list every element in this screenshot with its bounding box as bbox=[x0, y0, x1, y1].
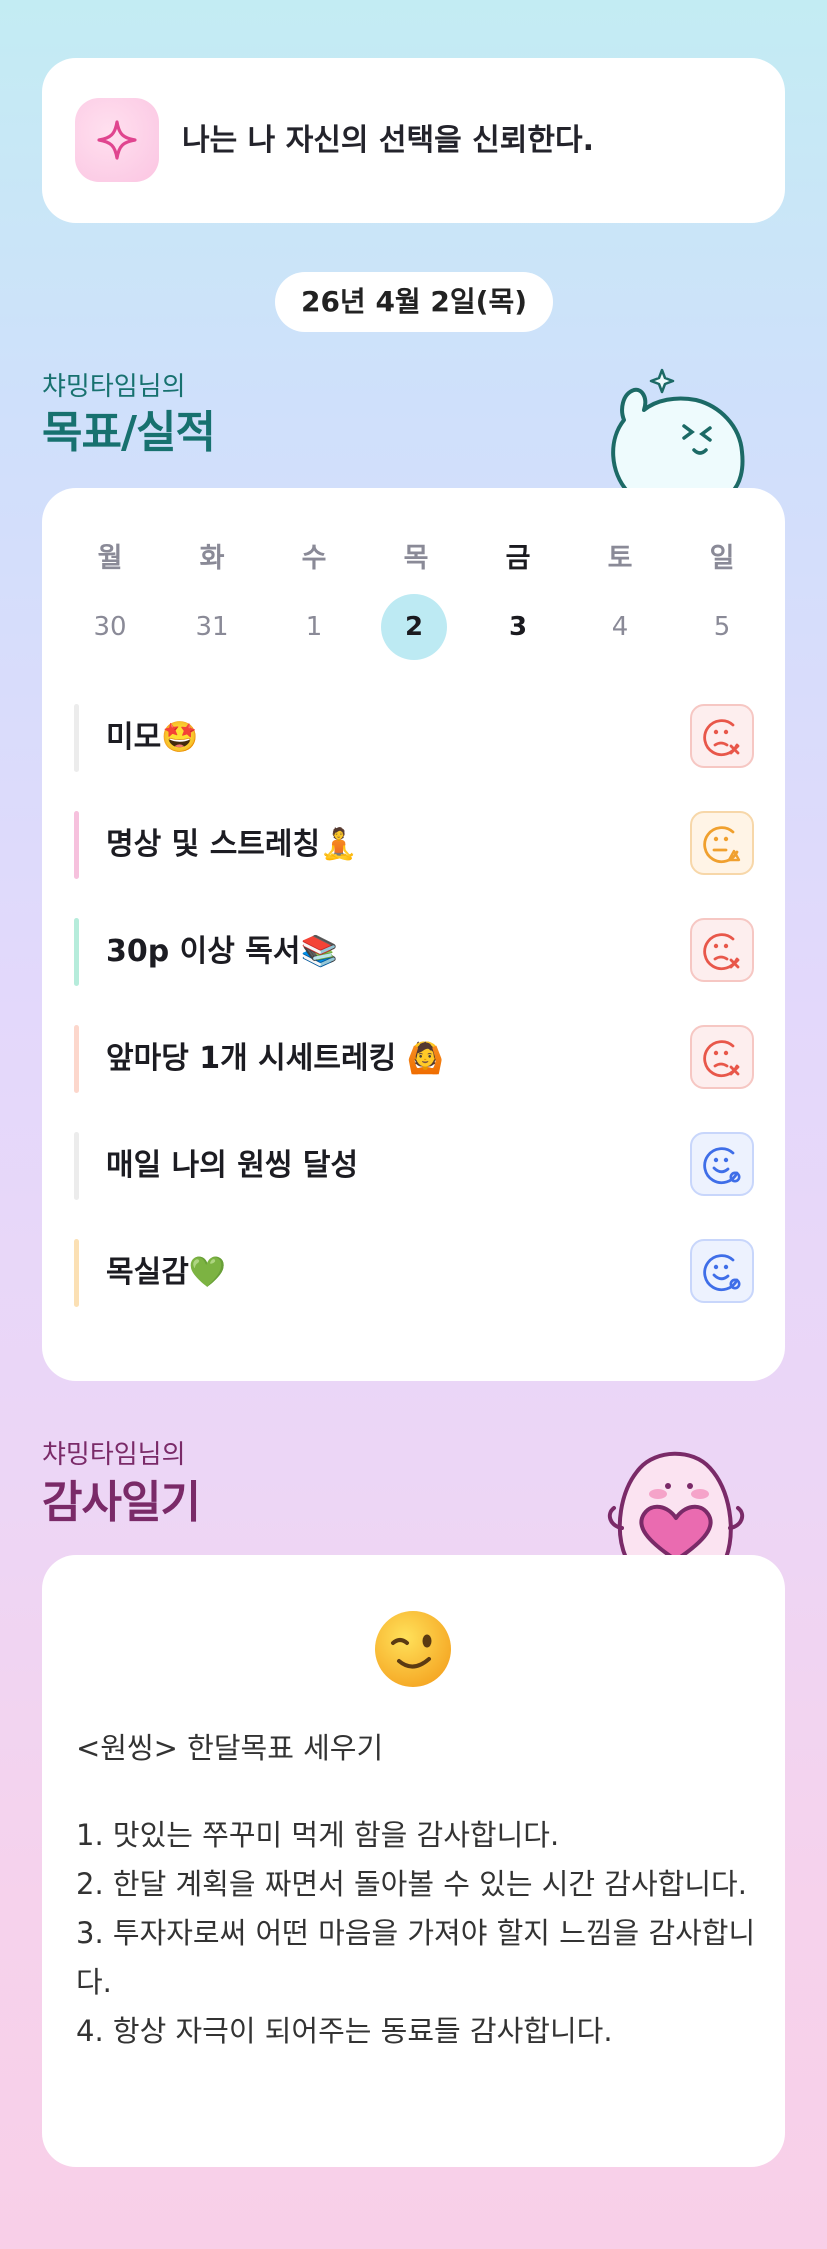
mascot-heart-illustration bbox=[596, 1430, 756, 1562]
status-partial-icon[interactable] bbox=[690, 811, 754, 875]
goal-label: 앞마당 1개 시세트레킹 🙆 bbox=[106, 1041, 444, 1076]
goal-label: 목실감💚 bbox=[106, 1255, 227, 1290]
date-cell[interactable]: 30 bbox=[77, 594, 143, 660]
status-success-icon[interactable] bbox=[690, 1132, 754, 1196]
date-cell[interactable]: 31 bbox=[179, 594, 245, 660]
status-fail-icon[interactable] bbox=[690, 704, 754, 768]
date-cell-selected[interactable]: 2 bbox=[381, 594, 447, 660]
weekday-thu: 목 bbox=[403, 543, 429, 574]
goal-color-bar bbox=[74, 1132, 79, 1200]
goal-item[interactable]: 매일 나의 원씽 달성 bbox=[74, 1132, 754, 1200]
gratitude-body: 1. 맛있는 쭈꾸미 먹게 함을 감사합니다. 2. 한달 계획을 짜면서 돌아… bbox=[76, 1811, 756, 2056]
gratitude-line: 1. 맛있는 쭈꾸미 먹게 함을 감사합니다. bbox=[76, 1818, 560, 1852]
gratitude-line: 2. 한달 계획을 짜면서 돌아볼 수 있는 시간 감사합니다. bbox=[76, 1867, 747, 1901]
weekday-wed: 수 bbox=[301, 543, 327, 574]
affirmation-card: 나는 나 자신의 선택을 신뢰한다. bbox=[42, 58, 785, 223]
goal-color-bar bbox=[74, 811, 79, 879]
weekday-sat: 토 bbox=[607, 543, 633, 574]
goal-item[interactable]: 명상 및 스트레칭🧘 bbox=[74, 811, 754, 879]
goal-label: 명상 및 스트레칭🧘 bbox=[106, 827, 358, 862]
gratitude-heading: <원씽> 한달목표 세우기 bbox=[76, 1731, 384, 1765]
gratitude-card: <원씽> 한달목표 세우기 1. 맛있는 쭈꾸미 먹게 함을 감사합니다. 2.… bbox=[42, 1555, 785, 2167]
mascot-illustration bbox=[600, 360, 760, 500]
status-success-icon[interactable] bbox=[690, 1239, 754, 1303]
date-cell-today[interactable]: 3 bbox=[485, 594, 551, 660]
goals-title: 목표/실적 bbox=[42, 407, 216, 458]
goal-color-bar bbox=[74, 704, 79, 772]
goal-item[interactable]: 앞마당 1개 시세트레킹 🙆 bbox=[74, 1025, 754, 1093]
status-fail-icon[interactable] bbox=[690, 918, 754, 982]
date-cell[interactable]: 5 bbox=[689, 594, 755, 660]
goal-color-bar bbox=[74, 1025, 79, 1093]
gratitude-line: 4. 항상 자극이 되어주는 동료들 감사합니다. bbox=[76, 2014, 613, 2048]
status-fail-icon[interactable] bbox=[690, 1025, 754, 1089]
goal-label: 매일 나의 원씽 달성 bbox=[106, 1148, 359, 1183]
goal-item[interactable]: 미모🤩 bbox=[74, 704, 754, 772]
weekday-sun: 일 bbox=[709, 543, 735, 574]
goal-item[interactable]: 30p 이상 독서📚 bbox=[74, 918, 754, 986]
sparkle-icon bbox=[75, 98, 159, 182]
goals-card: 월 화 수 목 금 토 일 30 31 1 2 3 4 5 미모🤩 명상 및 스트… bbox=[42, 488, 785, 1381]
goal-label: 미모🤩 bbox=[106, 720, 199, 755]
weekday-tue: 화 bbox=[199, 543, 225, 574]
weekday-fri: 금 bbox=[505, 543, 531, 574]
date-label[interactable]: 26년 4월 2일(목) bbox=[275, 272, 553, 332]
date-cell[interactable]: 1 bbox=[281, 594, 347, 660]
affirmation-text: 나는 나 자신의 선택을 신뢰한다. bbox=[182, 123, 594, 158]
winking-face-icon bbox=[371, 1607, 455, 1691]
gratitude-line: 3. 투자자로써 어떤 마음을 가져야 할지 느낌을 감사합니다. bbox=[76, 1916, 756, 1999]
gratitude-title: 감사일기 bbox=[42, 1477, 201, 1528]
weekday-mon: 월 bbox=[97, 543, 123, 574]
goal-item[interactable]: 목실감💚 bbox=[74, 1239, 754, 1307]
goal-label: 30p 이상 독서📚 bbox=[106, 934, 338, 969]
goal-color-bar bbox=[74, 1239, 79, 1307]
date-cell[interactable]: 4 bbox=[587, 594, 653, 660]
goal-color-bar bbox=[74, 918, 79, 986]
